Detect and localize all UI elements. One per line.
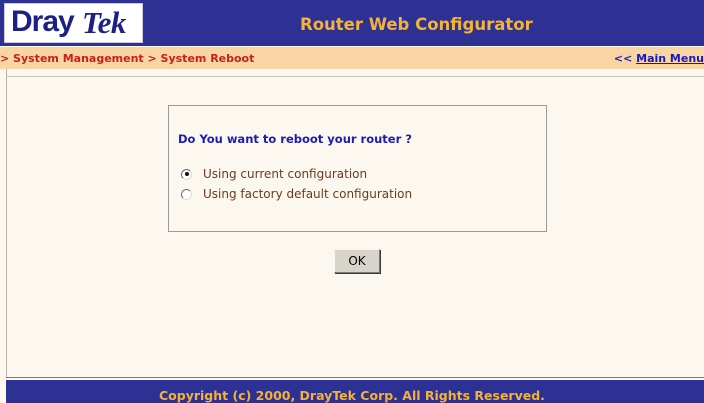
main-menu-prefix: << (613, 52, 637, 65)
breadcrumb: > System Management > System Reboot (0, 52, 255, 65)
ok-button[interactable]: OK (334, 249, 380, 273)
router-config-page: Dray Tek Router Web Configurator > Syste… (0, 0, 704, 403)
option-current-config-label: Using current configuration (203, 167, 368, 181)
radio-current-config[interactable] (181, 168, 192, 180)
main-menu-nav: << Main Menu (614, 52, 704, 65)
radio-factory-default[interactable] (181, 188, 192, 200)
reboot-dialog: Do You want to reboot your router ? Usin… (168, 105, 547, 232)
option-factory-default[interactable]: Using factory default configuration (181, 186, 412, 202)
option-current-config[interactable]: Using current configuration (181, 166, 367, 182)
breadcrumb-bar: > System Management > System Reboot << M… (0, 47, 704, 69)
main-menu-link[interactable]: Main Menu (636, 52, 704, 65)
copyright-text: Copyright (c) 2000, DrayTek Corp. All Ri… (159, 388, 545, 403)
logo-text-tek: Tek (82, 5, 126, 40)
content-top-divider (6, 76, 704, 77)
content-bottom-divider (6, 377, 704, 378)
header-bar: Dray Tek Router Web Configurator (0, 0, 704, 46)
draytek-logo: Dray Tek (4, 3, 143, 43)
page-header-title: Router Web Configurator (300, 15, 533, 34)
reboot-question: Do You want to reboot your router ? (178, 132, 412, 146)
option-factory-default-label: Using factory default configuration (203, 187, 413, 201)
content-left-border (6, 69, 7, 378)
logo-text-dray: Dray (11, 5, 75, 38)
footer-bar: Copyright (c) 2000, DrayTek Corp. All Ri… (6, 380, 704, 403)
